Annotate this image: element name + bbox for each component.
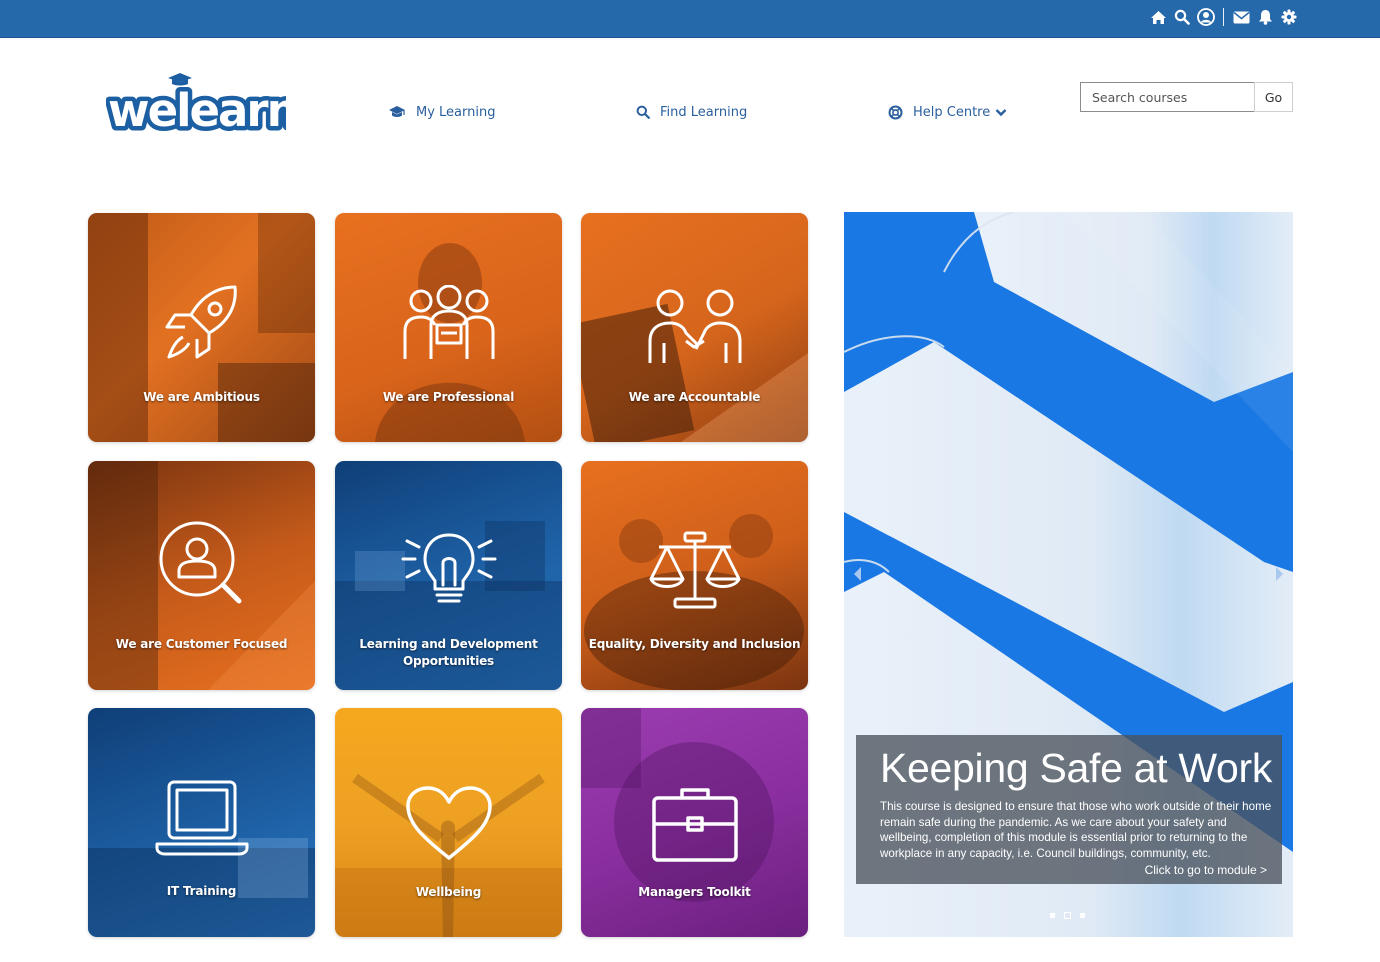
- nav-help-centre-label: Help Centre: [913, 104, 991, 120]
- lightbulb-icon: [399, 527, 499, 614]
- graduation-cap-icon: [388, 105, 406, 119]
- search-icon[interactable]: [1173, 7, 1191, 27]
- nav-find-learning[interactable]: Find Learning: [636, 100, 747, 124]
- nav-find-learning-label: Find Learning: [660, 104, 748, 120]
- tile-label: Learning and Development Opportunities: [359, 637, 538, 668]
- toolbox-icon: [650, 784, 740, 869]
- tile-learning-and-development[interactable]: Learning and Development Opportunities: [335, 461, 562, 690]
- mail-icon[interactable]: [1232, 7, 1250, 27]
- tile-we-are-customer-focused[interactable]: We are Customer Focused: [88, 461, 315, 690]
- heart-icon: [404, 784, 494, 867]
- tile-managers-toolkit[interactable]: Managers Toolkit: [581, 708, 808, 937]
- tile-label: Managers Toolkit: [638, 885, 751, 899]
- top-bar: [0, 0, 1380, 38]
- carousel-dot[interactable]: [1050, 913, 1055, 918]
- carousel-dot[interactable]: [1080, 913, 1085, 918]
- tile-label: Equality, Diversity and Inclusion: [588, 637, 801, 651]
- slide-module-link[interactable]: Click to go to module >: [1145, 863, 1267, 877]
- search-go-button[interactable]: Go: [1254, 82, 1293, 112]
- tile-it-training[interactable]: IT Training: [88, 708, 315, 937]
- carousel-prev-arrow[interactable]: [850, 564, 864, 584]
- nav-my-learning[interactable]: My Learning: [388, 100, 495, 124]
- gear-icon[interactable]: [1280, 7, 1298, 27]
- separator: [1223, 8, 1224, 26]
- slide-title: Keeping Safe at Work: [880, 745, 1273, 791]
- tile-label: Wellbeing: [415, 885, 482, 899]
- slide-description: This course is designed to ensure that t…: [880, 800, 1272, 860]
- course-search: Go: [1080, 82, 1293, 112]
- handshake-icon: [646, 285, 744, 372]
- laptop-icon: [153, 778, 251, 865]
- lifebuoy-icon: [888, 105, 903, 120]
- logo-text: welearn: [108, 84, 286, 132]
- carousel-next-arrow[interactable]: [1273, 564, 1287, 584]
- featured-carousel: Keeping Safe at Work This course is desi…: [844, 212, 1293, 937]
- tile-we-are-professional[interactable]: We are Professional: [335, 213, 562, 442]
- home-icon[interactable]: [1149, 7, 1167, 27]
- nav-help-centre[interactable]: Help Centre: [888, 100, 1007, 124]
- scales-icon: [645, 529, 745, 616]
- tile-equality-diversity-inclusion[interactable]: Equality, Diversity and Inclusion: [581, 461, 808, 690]
- carousel-dot-active[interactable]: [1064, 912, 1071, 919]
- user-icon[interactable]: [1197, 7, 1215, 27]
- tile-label: We are Ambitious: [143, 390, 260, 404]
- user-search-icon: [159, 521, 245, 612]
- tile-label: IT Training: [166, 884, 237, 898]
- tile-label: We are Professional: [382, 390, 515, 404]
- carousel-indicators: [1050, 912, 1085, 919]
- tile-label: We are Customer Focused: [115, 637, 288, 651]
- tile-wellbeing[interactable]: Wellbeing: [335, 708, 562, 937]
- tile-label: We are Accountable: [628, 390, 761, 404]
- rocket-icon: [161, 281, 243, 368]
- team-icon: [399, 284, 499, 370]
- bell-icon[interactable]: [1256, 7, 1274, 27]
- tile-we-are-accountable[interactable]: We are Accountable: [581, 213, 808, 442]
- tile-we-are-ambitious[interactable]: We are Ambitious: [88, 213, 315, 442]
- chevron-down-icon: [995, 108, 1007, 117]
- top-icons: [1149, 7, 1298, 27]
- search-icon: [636, 105, 650, 119]
- slide-caption: Keeping Safe at Work This course is desi…: [856, 735, 1282, 884]
- search-input[interactable]: [1080, 82, 1254, 112]
- nav-my-learning-label: My Learning: [416, 104, 496, 120]
- welearn-logo[interactable]: welearn welearn: [104, 70, 303, 142]
